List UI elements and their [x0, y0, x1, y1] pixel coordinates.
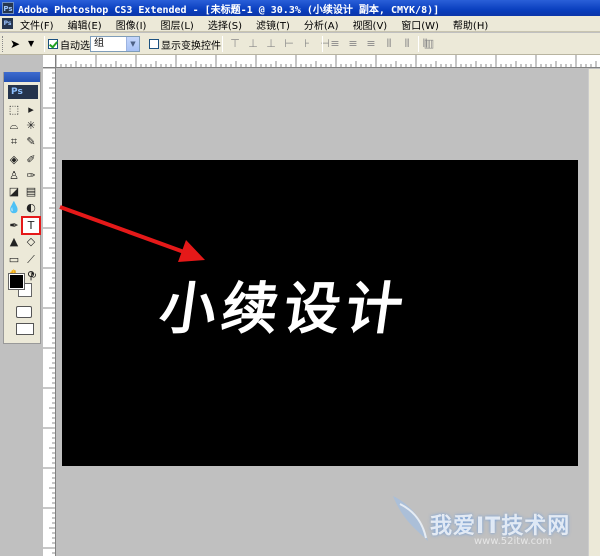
magic-wand-icon[interactable]: ✳ [23, 118, 39, 133]
shape-tool-icon[interactable]: ◇ [23, 234, 39, 249]
menu-app-icon[interactable]: Ps [2, 18, 13, 29]
align-vcenter-icon[interactable]: ⊥ [246, 37, 260, 51]
distribute-buttons: ≡ ≡ ≡ ⦀ ⦀ ⦀ [328, 37, 432, 51]
pen-tool-icon[interactable]: ✒ [6, 218, 22, 233]
move-tool-icon: ➤ [10, 37, 21, 51]
watermark-url: www.52itw.com [474, 536, 553, 547]
notes-tool-icon[interactable]: ▭ [6, 252, 22, 267]
chevron-down-icon: ▼ [28, 39, 35, 48]
distribute-left-icon[interactable]: ⦀ [382, 37, 396, 51]
auto-align-layers-icon[interactable]: ▥ [422, 37, 436, 51]
align-left-icon[interactable]: ⊢ [282, 37, 296, 51]
window-title: Adobe Photoshop CS3 Extended - [未标题-1 @ … [18, 5, 440, 16]
separator [322, 36, 323, 52]
menu-analysis[interactable]: 分析(A) [302, 17, 341, 32]
photoshop-logo: Ps [8, 85, 38, 99]
separator [44, 36, 45, 52]
lasso-tool-icon[interactable]: ⌓ [6, 118, 22, 133]
blur-tool-icon[interactable]: 💧 [6, 200, 22, 215]
horizontal-ruler[interactable] [56, 55, 600, 68]
align-bottom-icon[interactable]: ⊥ [264, 37, 278, 51]
brush-tool-icon[interactable]: ✐ [23, 152, 39, 167]
separator [418, 36, 419, 52]
app-icon[interactable]: Ps [2, 2, 14, 14]
quick-mask-button[interactable] [16, 306, 32, 318]
distribute-vcenter-icon[interactable]: ≡ [346, 37, 360, 51]
menu-select[interactable]: 选择(S) [206, 17, 244, 32]
toolbox-header[interactable] [4, 72, 40, 82]
distribute-hcenter-icon[interactable]: ⦀ [400, 37, 414, 51]
menu-bar: Ps 文件(F) 编辑(E) 图像(I) 图层(L) 选择(S) 滤镜(T) 分… [0, 16, 600, 32]
toolbox-panel: Ps ⬚ ▸ ⌓ ✳ ⌗ ✎ ◈ ✐ ♙ ✑ ◪ ▤ 💧 ◐ ✒ T ▲ ◇ ▭… [3, 72, 41, 344]
menu-view[interactable]: 视图(V) [351, 17, 390, 32]
crop-tool-icon[interactable]: ⌗ [6, 134, 22, 149]
auto-select-checkbox[interactable] [48, 39, 58, 49]
menu-edit[interactable]: 编辑(E) [66, 17, 104, 32]
dodge-tool-icon[interactable]: ◐ [23, 200, 39, 215]
show-transform-label: 显示变换控件 [161, 41, 221, 52]
align-hcenter-icon[interactable]: ⊦ [300, 37, 314, 51]
tool-preset-picker[interactable]: ➤ ▼ [8, 36, 38, 52]
separator [222, 36, 223, 52]
menu-help[interactable]: 帮助(H) [451, 17, 490, 32]
move-tool-icon[interactable]: ▸ [23, 102, 39, 117]
menu-layer[interactable]: 图层(L) [158, 17, 195, 32]
path-selection-icon[interactable]: ▲ [6, 234, 22, 249]
options-grip[interactable] [2, 36, 5, 52]
align-top-icon[interactable]: ⊤ [228, 37, 242, 51]
menu-window[interactable]: 窗口(W) [399, 17, 441, 32]
healing-brush-icon[interactable]: ◈ [6, 152, 22, 167]
text-layer[interactable]: 小续设计 [154, 270, 495, 350]
swap-colors-icon[interactable]: ↻ [30, 271, 37, 280]
gradient-tool-icon[interactable]: ▤ [23, 184, 39, 199]
dropdown-arrow-icon[interactable]: ▼ [126, 37, 139, 51]
eraser-tool-icon[interactable]: ◪ [6, 184, 22, 199]
distribute-top-icon[interactable]: ≡ [328, 37, 342, 51]
history-brush-icon[interactable]: ✑ [23, 168, 39, 183]
watermark: 我爱IT技术网 www.52itw.com [388, 482, 596, 554]
align-buttons: ⊤ ⊥ ⊥ ⊢ ⊦ ⊣ [228, 37, 332, 51]
foreground-color-swatch[interactable] [9, 274, 24, 289]
ruler-origin[interactable] [43, 55, 56, 68]
type-tool-icon[interactable]: T [21, 216, 41, 235]
menu-filter[interactable]: 滤镜(T) [254, 17, 292, 32]
auto-align-buttons: ▥ [422, 37, 436, 51]
document-canvas[interactable]: 小续设计 [62, 160, 578, 466]
screen-mode-button[interactable] [16, 323, 34, 335]
eyedropper-icon[interactable]: ⟋ [23, 252, 39, 267]
menu-image[interactable]: 图像(I) [114, 17, 149, 32]
slice-tool-icon[interactable]: ✎ [23, 134, 39, 149]
options-bar: ➤ ▼ 自动选择: 组 ▼ 显示变换控件 ⊤ ⊥ ⊥ ⊢ ⊦ ⊣ ≡ ≡ ≡ ⦀… [0, 33, 600, 55]
title-bar: Ps Adobe Photoshop CS3 Extended - [未标题-1… [0, 0, 600, 16]
menu-file[interactable]: 文件(F) [18, 17, 56, 32]
vertical-ruler[interactable] [43, 68, 56, 556]
auto-select-value: 组 [94, 38, 104, 49]
marquee-tool-icon[interactable]: ⬚ [6, 102, 22, 117]
distribute-bottom-icon[interactable]: ≡ [364, 37, 378, 51]
show-transform-checkbox[interactable] [149, 39, 159, 49]
auto-select-dropdown[interactable]: 组 ▼ [90, 36, 140, 52]
clone-stamp-icon[interactable]: ♙ [6, 168, 22, 183]
